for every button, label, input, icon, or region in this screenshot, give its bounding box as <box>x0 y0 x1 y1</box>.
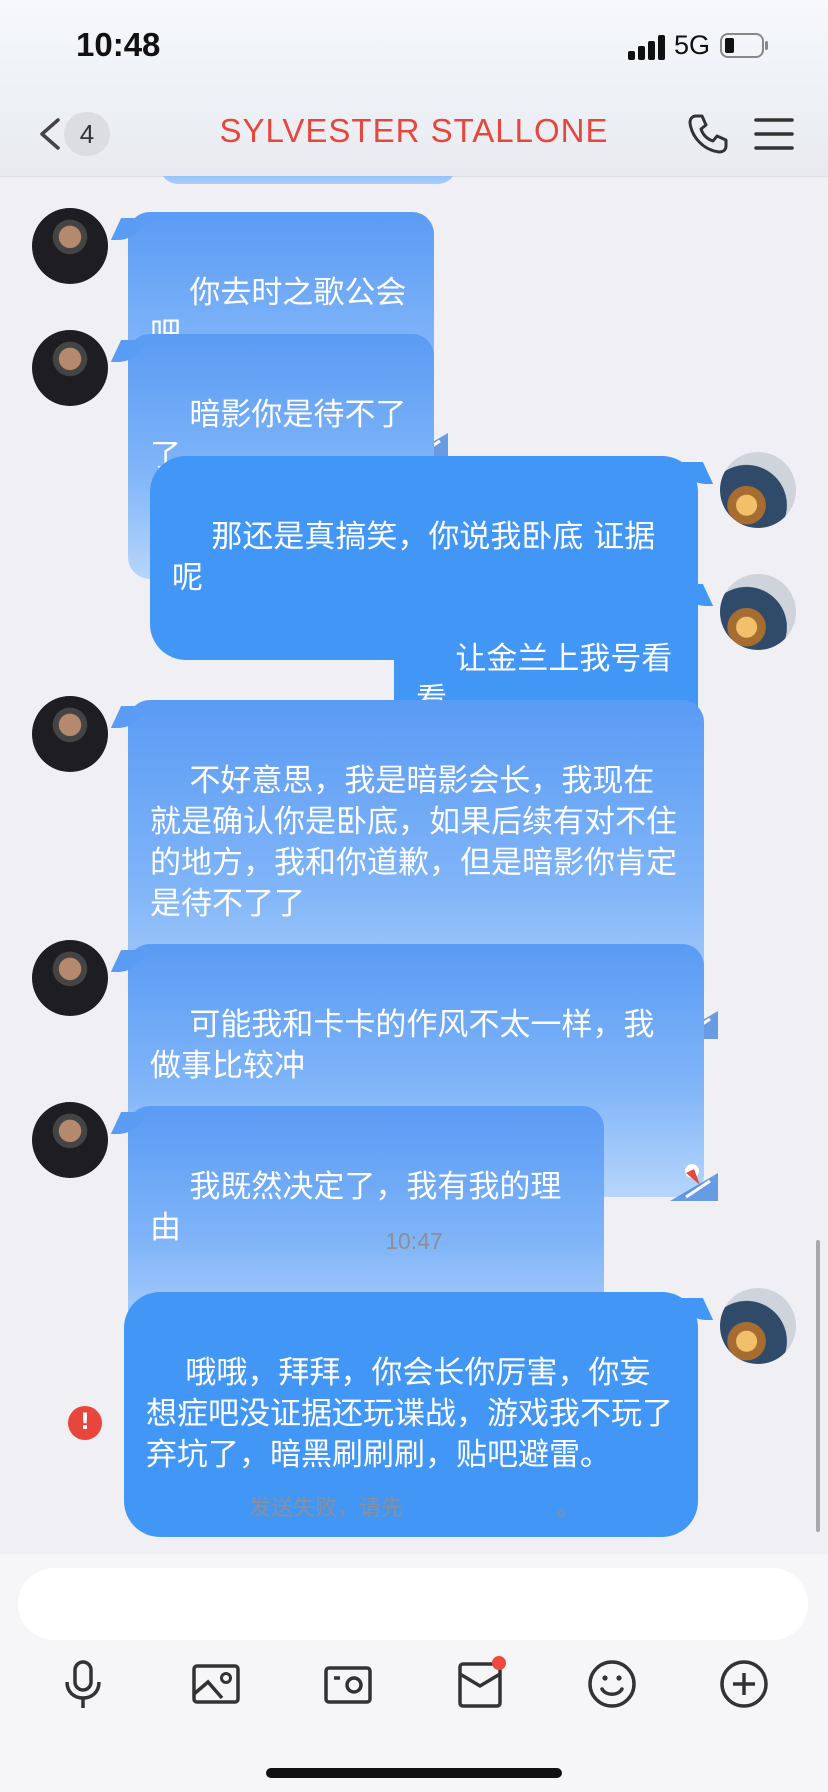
home-indicator[interactable] <box>266 1768 562 1778</box>
battery-icon <box>720 33 768 58</box>
plus-icon[interactable] <box>716 1656 772 1712</box>
chat-message-list[interactable]: 你去时之歌公会吧 暗影你是待不了了 那还是真搞笑，你说我卧底 证据呢 让金兰上我… <box>0 176 828 1554</box>
camera-icon[interactable] <box>320 1656 376 1712</box>
scrollbar[interactable] <box>816 1240 820 1532</box>
message-text: 可能我和卡卡的作风不太一样，我做事比较冲 <box>150 1007 655 1084</box>
send-failed-icon[interactable]: ! <box>68 1406 102 1440</box>
my-avatar[interactable] <box>720 1288 796 1364</box>
message-input[interactable] <box>18 1568 808 1640</box>
my-avatar[interactable] <box>720 452 796 528</box>
add-friend-link[interactable]: 添加对方为好友 <box>403 1496 557 1521</box>
message-text: 不好意思，我是暗影会长，我现在就是确认你是卧底，如果后续有对不住的地方，我和你道… <box>150 763 677 922</box>
phone-icon[interactable] <box>686 112 730 156</box>
status-bar: 10:48 5G <box>0 0 828 92</box>
fail-notice-suffix: 。 <box>557 1496 580 1521</box>
input-toolbar <box>0 1656 828 1728</box>
notification-dot <box>492 1656 506 1670</box>
network-label: 5G <box>674 30 711 60</box>
bubble-decoration-icon <box>670 1164 718 1201</box>
microphone-icon[interactable] <box>55 1656 111 1712</box>
input-panel <box>0 1554 828 1792</box>
menu-icon[interactable] <box>754 114 794 154</box>
status-time: 10:48 <box>76 26 161 63</box>
signal-icon <box>628 34 668 60</box>
previous-message-bubble <box>160 176 456 184</box>
message-text: 哦哦，拜拜，你会长你厉害，你妄想症吧没证据还玩谍战，游戏我不玩了弃坑了，暗黑刷刷… <box>146 1355 673 1473</box>
send-failed-notice: 发送失败，请先添加对方为好友。 <box>0 1490 828 1522</box>
red-packet-icon[interactable] <box>452 1656 508 1712</box>
contact-avatar[interactable] <box>32 940 108 1016</box>
contact-avatar[interactable] <box>32 208 108 284</box>
my-avatar[interactable] <box>720 574 796 650</box>
chat-header: 4 SYLVESTER STALLONE <box>0 92 828 177</box>
contact-avatar[interactable] <box>32 696 108 772</box>
contact-avatar[interactable] <box>32 330 108 406</box>
contact-avatar[interactable] <box>32 1102 108 1178</box>
image-icon[interactable] <box>188 1656 244 1712</box>
emoji-icon[interactable] <box>584 1656 640 1712</box>
fail-notice-text: 发送失败，请先 <box>248 1496 403 1521</box>
message-timestamp: 10:47 <box>385 1228 443 1254</box>
